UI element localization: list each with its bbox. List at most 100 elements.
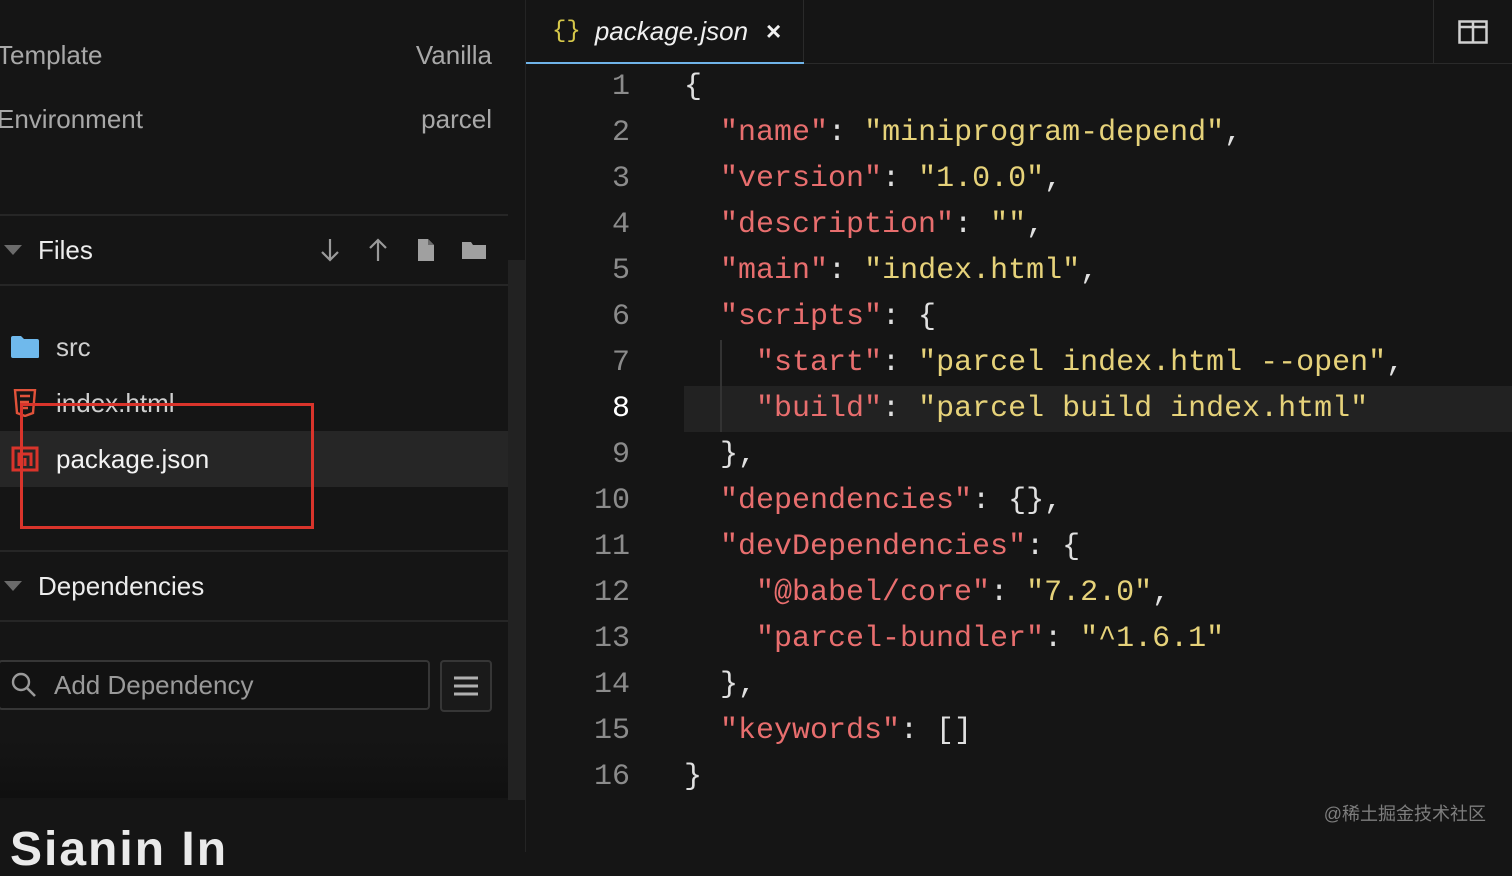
json-punct bbox=[684, 530, 720, 564]
code-text: "parcel-bundler": "^1.6.1" bbox=[684, 616, 1512, 662]
json-string: "parcel build index.html" bbox=[918, 392, 1369, 426]
code-line[interactable]: 11 "devDependencies": { bbox=[526, 524, 1512, 570]
code-line[interactable]: 7 "start": "parcel index.html --open", bbox=[526, 340, 1512, 386]
divider bbox=[0, 550, 508, 552]
new-folder-icon[interactable] bbox=[458, 234, 490, 266]
add-dependency-input[interactable] bbox=[52, 668, 416, 702]
json-punct: : bbox=[954, 208, 991, 242]
code-line[interactable]: 5 "main": "index.html", bbox=[526, 248, 1512, 294]
json-key: "description" bbox=[720, 208, 955, 242]
split-view-icon bbox=[1458, 19, 1488, 44]
code-line[interactable]: 16} bbox=[526, 754, 1512, 800]
json-punct: : bbox=[828, 116, 865, 150]
upload-icon[interactable] bbox=[362, 234, 394, 266]
line-number: 10 bbox=[593, 484, 630, 518]
json-key: "build" bbox=[756, 392, 883, 426]
line-number: 4 bbox=[611, 208, 630, 242]
json-punct: : bbox=[990, 576, 1027, 610]
tab-label: package.json bbox=[594, 16, 749, 46]
json-punct: : bbox=[882, 162, 919, 196]
annotation-highlight-box bbox=[20, 403, 314, 529]
partial-heading: Sianin In bbox=[10, 823, 229, 876]
code-line[interactable]: 14 }, bbox=[526, 662, 1512, 708]
file-item-src[interactable]: src bbox=[0, 319, 508, 375]
add-dependency-search[interactable] bbox=[0, 660, 430, 710]
line-number: 6 bbox=[611, 300, 630, 334]
folder-icon bbox=[10, 332, 40, 362]
code-line[interactable]: 1{ bbox=[526, 64, 1512, 110]
dependencies-section-header[interactable]: Dependencies bbox=[0, 556, 508, 616]
code-text: }, bbox=[684, 432, 1512, 478]
json-key: "@babel/core" bbox=[756, 576, 991, 610]
json-key: "dependencies" bbox=[720, 484, 973, 518]
code-text: "dependencies": {}, bbox=[684, 478, 1512, 524]
code-line[interactable]: 12 "@babel/core": "7.2.0", bbox=[526, 570, 1512, 616]
json-string: "^1.6.1" bbox=[1080, 622, 1225, 656]
json-punct bbox=[684, 484, 720, 518]
line-number: 15 bbox=[593, 714, 630, 748]
divider bbox=[0, 214, 508, 216]
files-actions bbox=[314, 234, 490, 266]
code-line[interactable]: 6 "scripts": { bbox=[526, 294, 1512, 340]
code-text: "start": "parcel index.html --open", bbox=[684, 340, 1512, 386]
search-icon bbox=[10, 671, 40, 699]
editor-tabbar: {} package.json × bbox=[526, 0, 1512, 64]
code-text: }, bbox=[684, 662, 1512, 708]
json-punct bbox=[684, 254, 720, 288]
dependency-menu-button[interactable] bbox=[440, 660, 492, 712]
caret-down-icon[interactable] bbox=[4, 245, 22, 255]
code-text: } bbox=[684, 754, 1512, 800]
code-line[interactable]: 13 "parcel-bundler": "^1.6.1" bbox=[526, 616, 1512, 662]
line-number: 14 bbox=[593, 668, 630, 702]
json-string: "index.html" bbox=[864, 254, 1081, 288]
line-number: 13 bbox=[593, 622, 630, 656]
json-punct: } bbox=[684, 760, 703, 794]
sidebar: Template Vanilla Environment parcel File… bbox=[0, 0, 526, 874]
menu-icon bbox=[454, 676, 478, 696]
code-line[interactable]: 9 }, bbox=[526, 432, 1512, 478]
code-editor[interactable]: {} package.json × 1{2 "name": "miniprogr… bbox=[526, 0, 1512, 852]
line-number: 2 bbox=[611, 116, 630, 150]
json-punct: , bbox=[1080, 254, 1099, 288]
code-line[interactable]: 4 "description": "", bbox=[526, 202, 1512, 248]
line-number: 3 bbox=[611, 162, 630, 196]
new-file-icon[interactable] bbox=[410, 234, 442, 266]
files-section-header[interactable]: Files bbox=[0, 220, 508, 280]
split-editor-button[interactable] bbox=[1433, 0, 1512, 63]
tab-package-json[interactable]: {} package.json × bbox=[526, 0, 804, 64]
json-key: "version" bbox=[720, 162, 883, 196]
json-punct bbox=[684, 622, 756, 656]
close-icon[interactable]: × bbox=[766, 16, 781, 47]
json-punct: : bbox=[882, 392, 919, 426]
line-number: 7 bbox=[611, 346, 630, 380]
json-punct: { bbox=[684, 70, 703, 104]
template-label: Template bbox=[0, 39, 103, 70]
template-row: Template Vanilla bbox=[0, 35, 492, 75]
code-line[interactable]: 3 "version": "1.0.0", bbox=[526, 156, 1512, 202]
sidebar-scrollbar[interactable] bbox=[508, 260, 525, 800]
json-punct: : [] bbox=[900, 714, 973, 748]
json-punct: , bbox=[1026, 208, 1045, 242]
code-text: "keywords": [] bbox=[684, 708, 1512, 754]
json-punct: , bbox=[1044, 162, 1063, 196]
json-punct: : bbox=[1044, 622, 1081, 656]
watermark: @稀土掘金技术社区 bbox=[1323, 804, 1486, 824]
code-line[interactable]: 8 "build": "parcel build index.html" bbox=[526, 386, 1512, 432]
json-punct bbox=[684, 162, 720, 196]
json-punct: }, bbox=[684, 668, 757, 702]
code-line[interactable]: 15 "keywords": [] bbox=[526, 708, 1512, 754]
code-line[interactable]: 2 "name": "miniprogram-depend", bbox=[526, 110, 1512, 156]
code-line[interactable]: 10 "dependencies": {}, bbox=[526, 478, 1512, 524]
json-punct: : {}, bbox=[972, 484, 1063, 518]
divider bbox=[0, 284, 508, 286]
download-icon[interactable] bbox=[314, 234, 346, 266]
json-punct: : bbox=[828, 254, 865, 288]
json-string: "1.0.0" bbox=[918, 162, 1045, 196]
line-number: 8 bbox=[611, 392, 630, 426]
json-string: "" bbox=[990, 208, 1027, 242]
caret-down-icon[interactable] bbox=[4, 581, 22, 591]
json-key: "parcel-bundler" bbox=[756, 622, 1045, 656]
json-punct: : bbox=[882, 346, 919, 380]
file-name: src bbox=[56, 331, 91, 362]
json-punct bbox=[684, 300, 720, 334]
